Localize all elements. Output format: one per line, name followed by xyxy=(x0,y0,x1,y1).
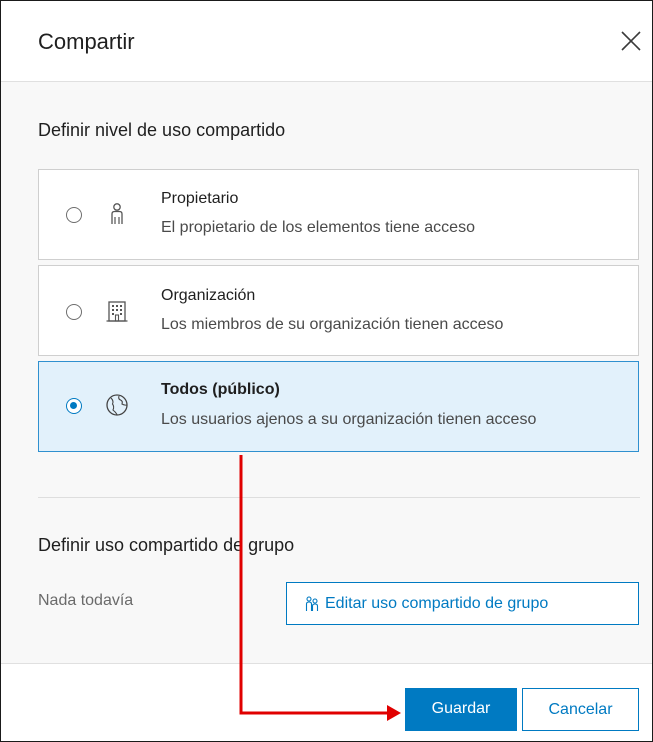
section-divider xyxy=(38,497,640,498)
option-owner-description: El propietario de los elementos tiene ac… xyxy=(161,219,475,236)
edit-group-sharing-button[interactable]: Editar uso compartido de grupo xyxy=(286,582,639,625)
sharing-level-heading: Definir nivel de uso compartido xyxy=(38,120,286,140)
dialog-title: Compartir xyxy=(38,29,135,54)
radio-everyone-public[interactable] xyxy=(66,398,82,414)
group-users-icon xyxy=(305,596,319,611)
dialog-header: Compartir xyxy=(1,1,652,82)
save-button[interactable]: Guardar xyxy=(405,688,517,731)
group-sharing-heading: Definir uso compartido de grupo xyxy=(38,535,295,555)
option-owner[interactable]: Propietario El propietario de los elemen… xyxy=(38,169,639,260)
option-everyone-public-description: Los usuarios ajenos a su organización ti… xyxy=(161,411,537,428)
option-owner-title: Propietario xyxy=(161,190,239,207)
group-sharing-empty-text: Nada todavía xyxy=(38,592,134,609)
radio-organization[interactable] xyxy=(66,304,82,320)
save-button-label: Guardar xyxy=(431,700,491,717)
user-icon xyxy=(111,203,123,224)
building-icon xyxy=(106,301,128,322)
cancel-button-label: Cancelar xyxy=(548,701,613,718)
share-dialog: Compartir Definir nivel de uso compartid… xyxy=(0,0,653,742)
radio-owner[interactable] xyxy=(66,207,82,223)
globe-icon xyxy=(106,394,128,416)
option-organization-title: Organización xyxy=(161,287,256,304)
option-organization[interactable]: Organización Los miembros de su organiza… xyxy=(38,265,639,356)
close-icon[interactable] xyxy=(618,28,644,54)
option-everyone-public[interactable]: Todos (público) Los usuarios ajenos a su… xyxy=(38,361,639,452)
option-everyone-public-title: Todos (público) xyxy=(161,381,280,398)
cancel-button[interactable]: Cancelar xyxy=(522,688,639,731)
edit-group-sharing-label: Editar uso compartido de grupo xyxy=(325,595,549,612)
option-organization-description: Los miembros de su organización tienen a… xyxy=(161,316,504,333)
dialog-footer: Guardar Cancelar xyxy=(1,663,652,741)
